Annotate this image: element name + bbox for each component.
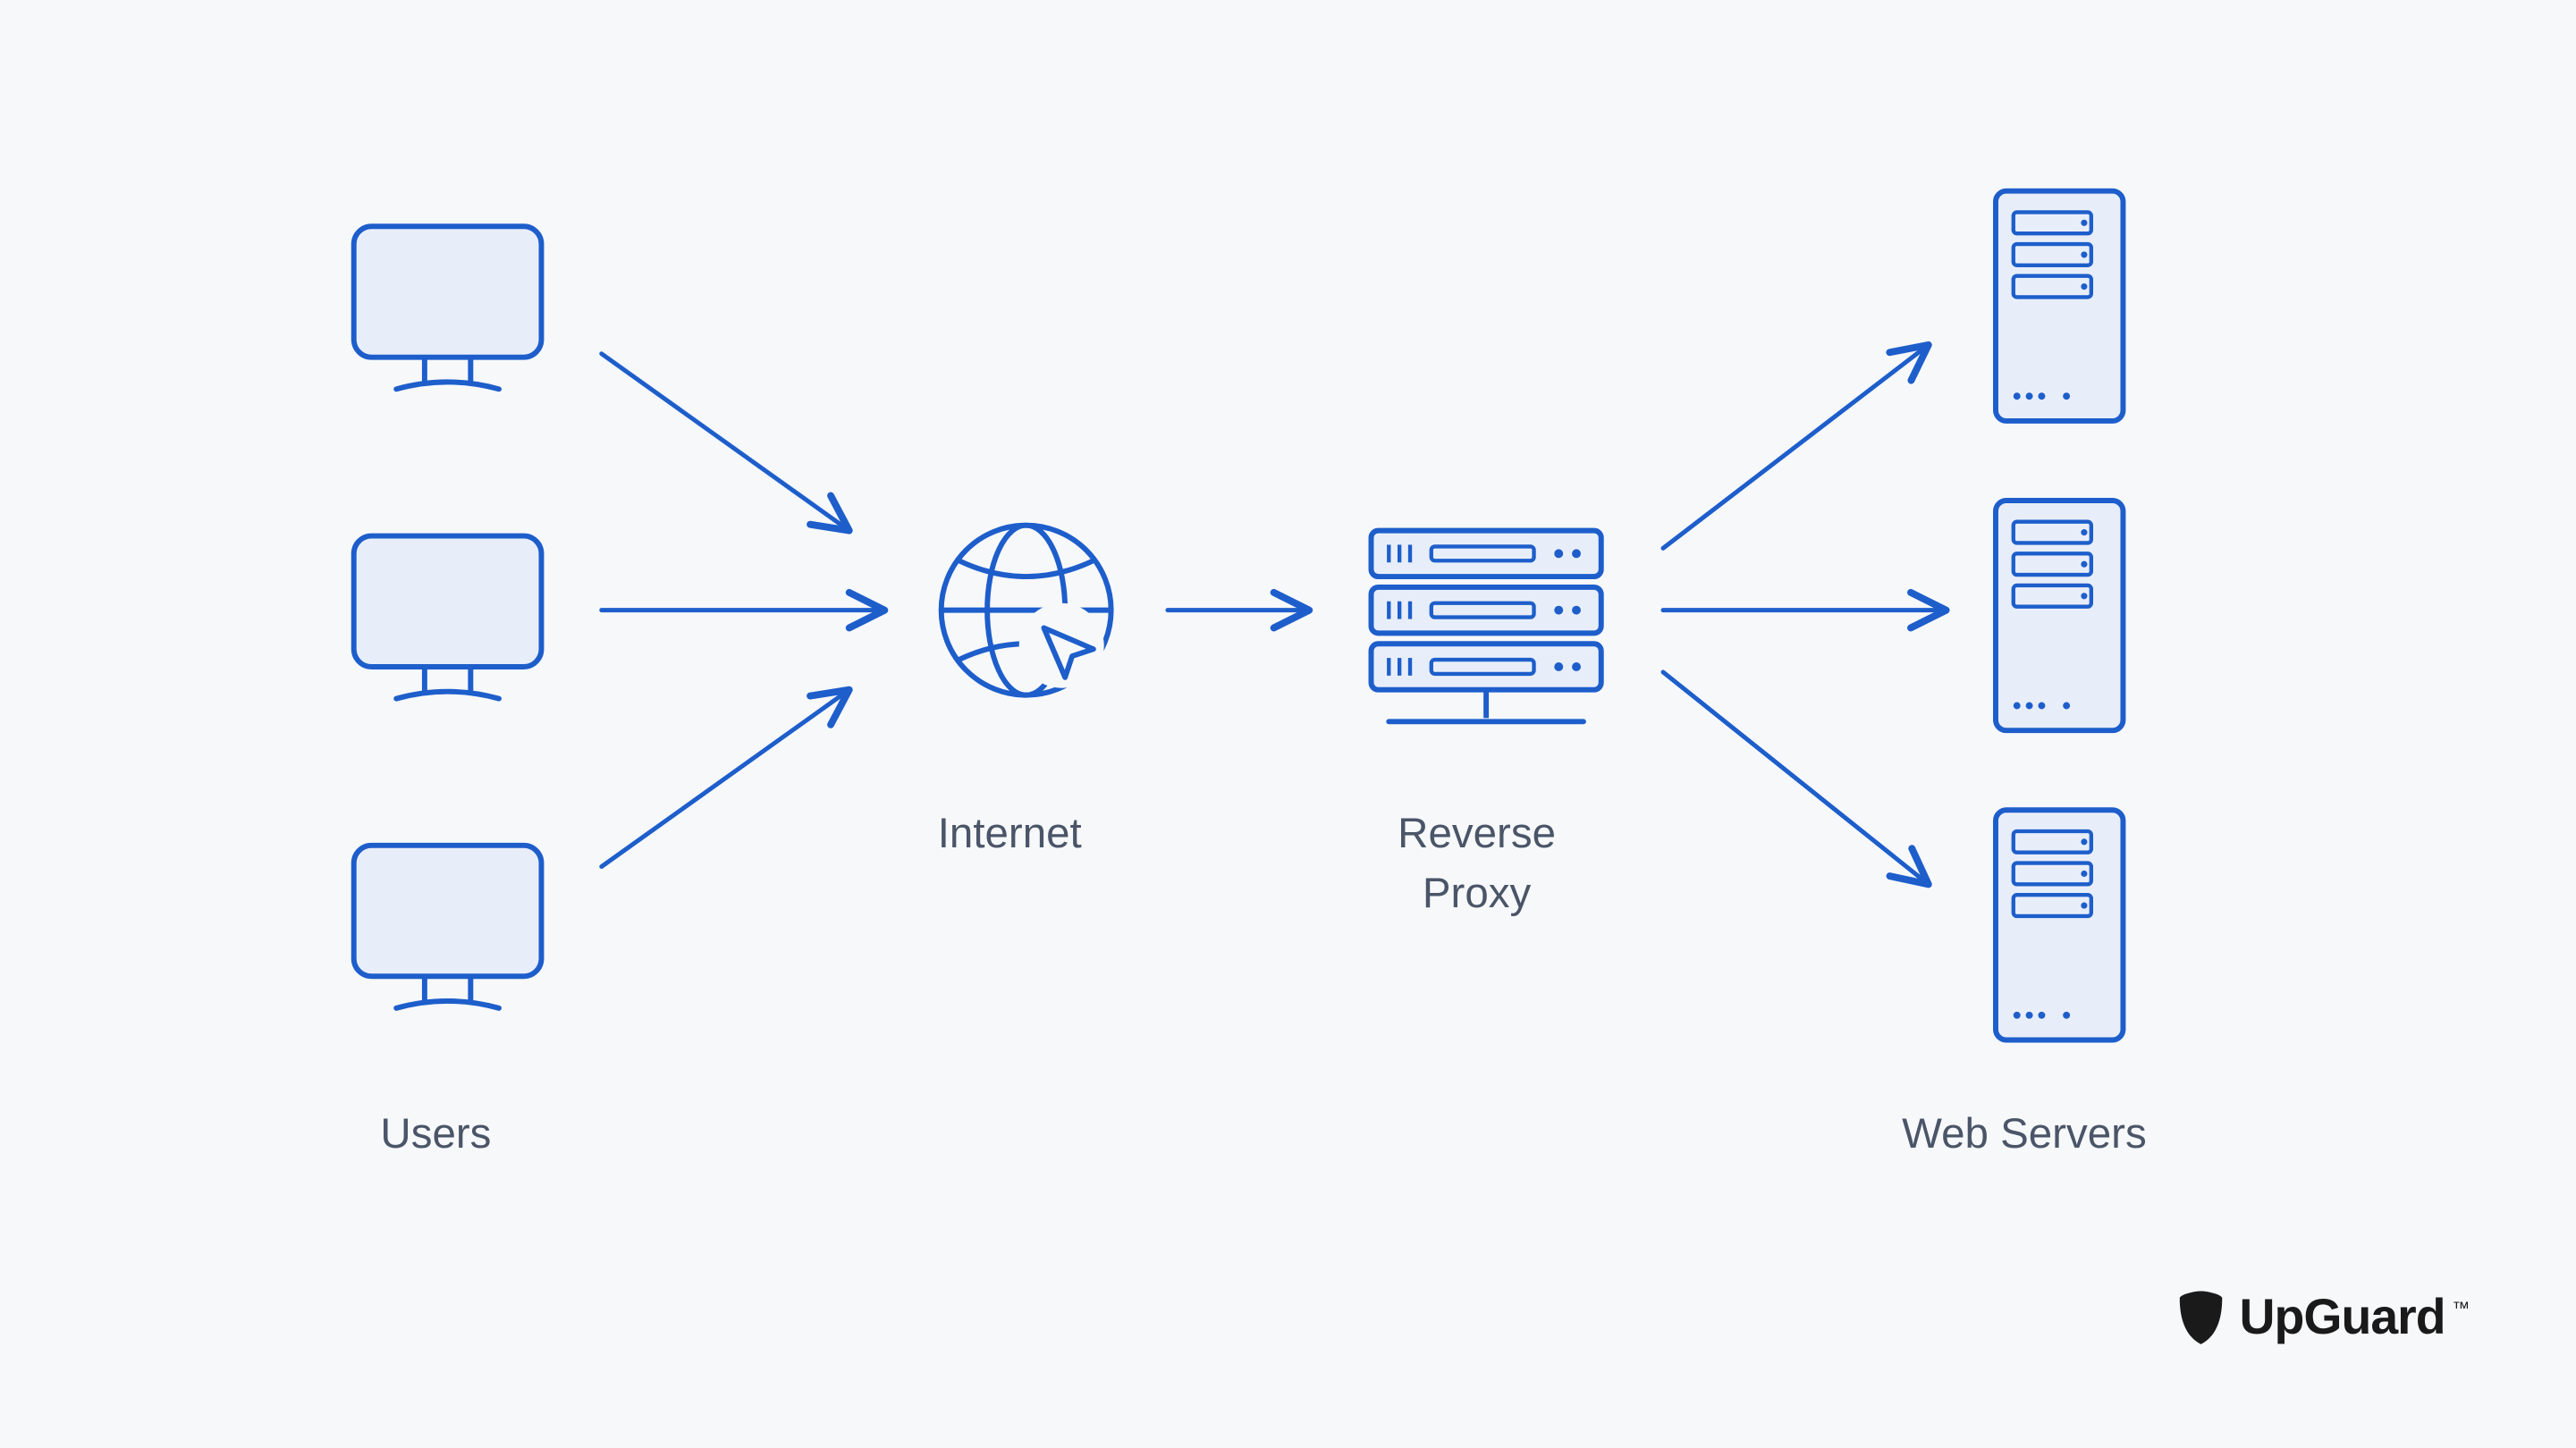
monitor-icon <box>354 846 542 1008</box>
arrow-user3-internet <box>602 690 849 867</box>
users-group <box>354 226 542 1008</box>
web-servers-group <box>1996 191 2123 1040</box>
tower-icon <box>1996 810 2123 1040</box>
trademark-symbol: ™ <box>2452 1300 2470 1319</box>
brand-logo: UpGuard ™ <box>2175 1289 2470 1345</box>
monitor-icon <box>354 226 542 389</box>
users-label: Users <box>380 1106 491 1165</box>
server-stack-icon <box>1371 531 1600 722</box>
arrow-proxy-server3 <box>1663 672 1929 884</box>
tower-icon <box>1996 191 2123 421</box>
arrow-proxy-server1 <box>1663 345 1929 549</box>
tower-icon <box>1996 501 2123 730</box>
internet-label: Internet <box>938 804 1082 863</box>
globe-icon <box>942 526 1111 695</box>
shield-icon <box>2175 1289 2225 1345</box>
web-servers-label: Web Servers <box>1902 1106 2147 1165</box>
brand-name: UpGuard <box>2239 1289 2445 1345</box>
arrow-user1-internet <box>602 354 849 531</box>
reverse-proxy-diagram <box>0 0 2576 1444</box>
reverse-proxy-label: Reverse Proxy <box>1398 804 1556 923</box>
monitor-icon <box>354 536 542 699</box>
